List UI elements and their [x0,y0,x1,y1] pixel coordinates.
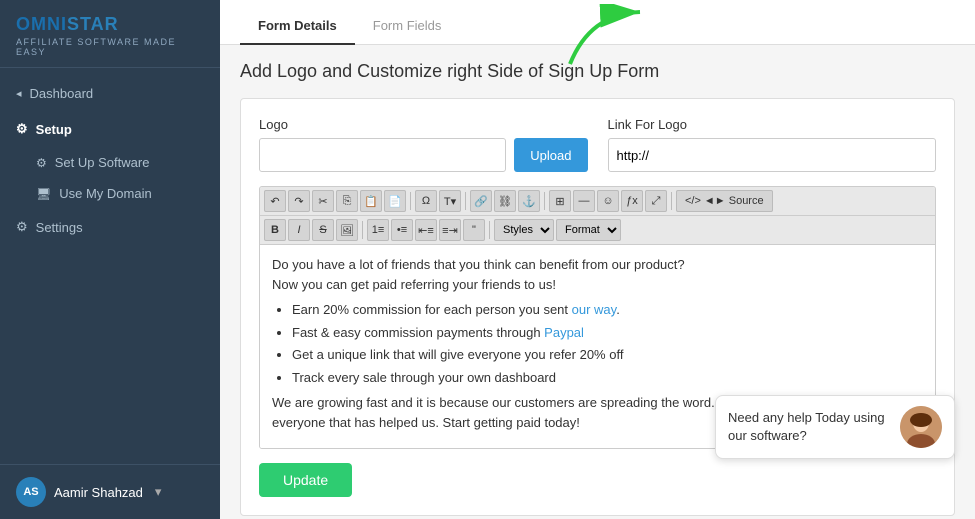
cog-icon: ⚙ [36,156,47,170]
setup-label: Setup [36,122,72,137]
bullet-item-3: Get a unique link that will give everyon… [292,345,923,365]
sidebar-logo-section: OMNISTAR AFFILIATE SOFTWARE MADE EASY [0,0,220,68]
outdent-btn[interactable]: ⇤≡ [415,219,437,241]
bullet-item-1: Earn 20% commission for each person you … [292,300,923,320]
logo-section: Logo Upload [259,117,588,172]
logo-label: Logo [259,117,588,132]
settings-label: Settings [36,220,83,235]
bullet-item-4: Track every sale through your own dashbo… [292,368,923,388]
editor-para1: Do you have a lot of friends that you th… [272,255,923,294]
copy-btn[interactable]: ⎘ [336,190,358,212]
link-section: Link For Logo [608,117,937,172]
main-content: Form Details Form Fields Add Logo and Cu… [220,0,975,519]
smiley-btn[interactable]: ☺ [597,190,619,212]
help-avatar [900,406,942,448]
monitor-icon: 🖥 [36,187,51,201]
help-bubble: Need any help Today using our software? [715,395,955,459]
page-title: Add Logo and Customize right Side of Sig… [240,61,955,82]
unlink-btn[interactable]: ⛓ [494,190,516,212]
sidebar-item-dashboard[interactable]: ◂ Dashboard [0,76,220,111]
anchor-btn[interactable]: ⚓ [518,190,540,212]
source-label: ◄► Source [704,195,764,207]
bullet-item-2: Fast & easy commission payments through … [292,323,923,343]
image-btn[interactable]: 🖼 [336,219,358,241]
sidebar-item-use-my-domain[interactable]: 🖥 Use My Domain [0,178,220,209]
setup-icon: ⚙ [16,121,28,137]
sidebar-item-set-up-software[interactable]: ⚙ Set Up Software [0,147,220,178]
settings-icon: ⚙ [16,219,28,235]
set-up-software-label: Set Up Software [55,155,150,170]
cut-btn[interactable]: ✂ [312,190,334,212]
ordered-list-btn[interactable]: 1≡ [367,219,389,241]
logo-link-row: Logo Upload Link For Logo [259,117,936,172]
help-bubble-text: Need any help Today using our software? [728,409,890,445]
editor-bullet-list: Earn 20% commission for each person you … [292,300,923,387]
styles-select[interactable]: Styles [494,219,554,241]
use-my-domain-label: Use My Domain [59,186,151,201]
fx-btn[interactable]: ƒx [621,190,643,212]
indent-btn[interactable]: ≡⇥ [439,219,461,241]
link-label: Link For Logo [608,117,937,132]
format-btn[interactable]: T▾ [439,190,461,212]
sidebar-section-setup: ⚙ Setup [0,111,220,147]
user-avatar: AS [16,477,46,507]
chevron-left-icon: ◂ [16,87,22,100]
unordered-list-btn[interactable]: •≡ [391,219,413,241]
tabs-bar: Form Details Form Fields [220,0,975,45]
strikethrough-btn[interactable]: S [312,219,334,241]
toolbar-sep6 [489,221,490,239]
bold-btn[interactable]: B [264,219,286,241]
blockquote-btn[interactable]: " [463,219,485,241]
undo-btn[interactable]: ↶ [264,190,286,212]
toolbar-sep1 [410,192,411,210]
toolbar-sep3 [544,192,545,210]
redo-btn[interactable]: ↷ [288,190,310,212]
source-btn[interactable]: </> ◄► Source [676,190,773,212]
logo-input-row: Upload [259,138,588,172]
link-btn[interactable]: 🔗 [470,190,492,212]
toolbar-row2: B I S 🖼 1≡ •≡ ⇤≡ ≡⇥ " Styles Format [260,216,935,245]
paste-plain-btn[interactable]: 📄 [384,190,406,212]
sidebar-item-settings[interactable]: ⚙ Settings [0,209,220,245]
link-input[interactable] [608,138,937,172]
toolbar-row1: ↶ ↷ ✂ ⎘ 📋 📄 Ω T▾ 🔗 ⛓ ⚓ ⊞ — ☺ [260,187,935,216]
sidebar-nav: ◂ Dashboard ⚙ Setup ⚙ Set Up Software 🖥 … [0,68,220,464]
sidebar-item-dashboard-label: Dashboard [30,86,94,101]
logo-text-input[interactable] [259,138,506,172]
hr-btn[interactable]: — [573,190,595,212]
tab-form-fields[interactable]: Form Fields [355,10,460,45]
source-icon: </> [685,195,701,207]
format-select[interactable]: Format [556,219,621,241]
sidebar: OMNISTAR AFFILIATE SOFTWARE MADE EASY ◂ … [0,0,220,519]
upload-button[interactable]: Upload [514,138,587,172]
italic-btn[interactable]: I [288,219,310,241]
brand-tagline: AFFILIATE SOFTWARE MADE EASY [16,37,204,57]
tab-form-details[interactable]: Form Details [240,10,355,45]
paste-btn[interactable]: 📋 [360,190,382,212]
toolbar-sep2 [465,192,466,210]
user-menu[interactable]: AS Aamir Shahzad ▾ [0,464,220,519]
brand-logo: OMNISTAR [16,14,204,35]
toolbar-sep5 [362,221,363,239]
user-name: Aamir Shahzad [54,485,143,500]
update-button[interactable]: Update [259,463,352,497]
maximize-btn[interactable]: ⤢ [645,190,667,212]
special-char-btn[interactable]: Ω [415,190,437,212]
chevron-down-icon: ▾ [155,484,162,500]
toolbar-sep4 [671,192,672,210]
table-btn[interactable]: ⊞ [549,190,571,212]
